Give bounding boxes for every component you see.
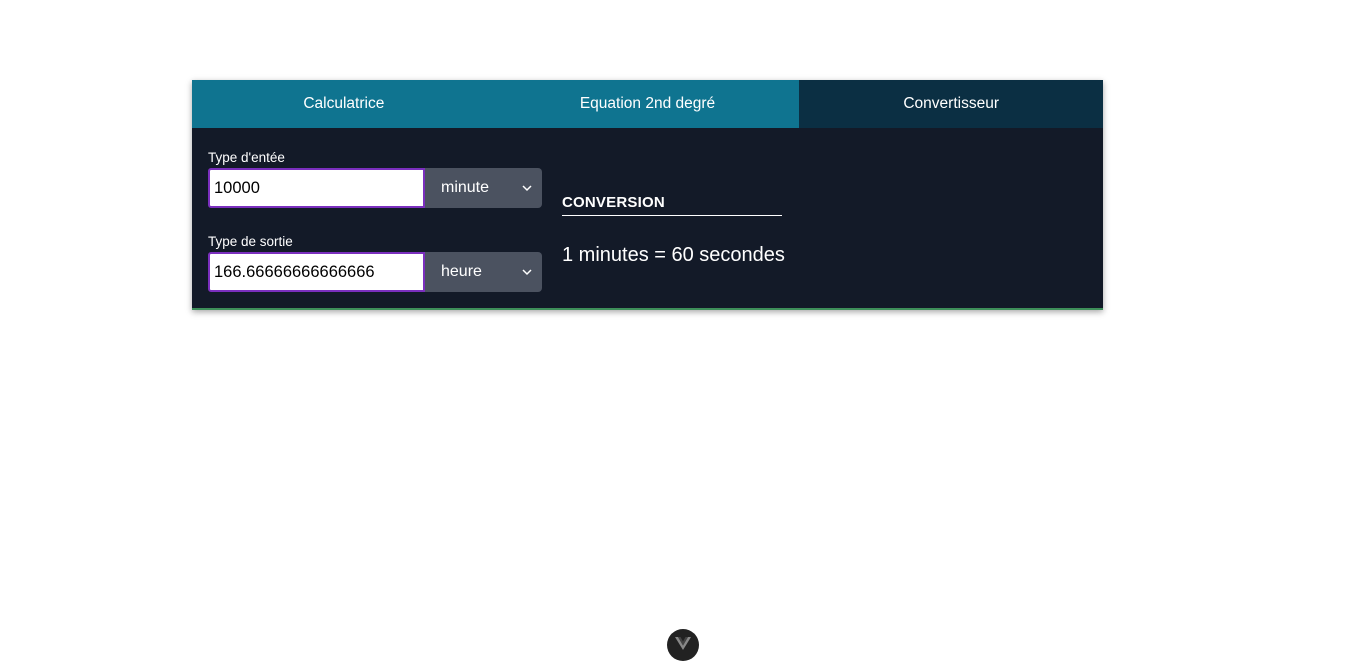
output-row: heure (208, 252, 542, 292)
tab-equation[interactable]: Equation 2nd degré (495, 80, 800, 128)
input-value-field[interactable] (208, 168, 425, 208)
conversion-title: CONVERSION (562, 194, 665, 211)
chevron-down-icon (522, 183, 532, 193)
vue-logo-icon (675, 637, 691, 655)
input-unit-select[interactable]: minute (425, 168, 542, 208)
conversion-result: 1 minutes = 60 secondes (562, 244, 785, 266)
tab-convertisseur-label: Convertisseur (903, 95, 999, 112)
tab-calculatrice-label: Calculatrice (303, 95, 385, 112)
output-unit-select[interactable]: heure (425, 252, 542, 292)
vue-devtools-button[interactable] (667, 629, 699, 661)
output-unit-value: heure (441, 263, 482, 280)
conversion-divider (562, 215, 782, 216)
input-unit-value: minute (441, 179, 490, 196)
tab-equation-label: Equation 2nd degré (579, 95, 716, 112)
input-type-label: Type d'entée (208, 150, 285, 165)
chevron-down-icon (522, 267, 532, 277)
tab-bar: Calculatrice Equation 2nd degré Converti… (192, 80, 1104, 128)
input-row: minute (208, 168, 542, 208)
output-value-field[interactable] (208, 252, 425, 292)
output-type-label: Type de sortie (208, 234, 293, 249)
tab-calculatrice[interactable]: Calculatrice (192, 80, 496, 128)
converter-panel: Type d'entée minute Type de sortie heure… (192, 128, 1103, 308)
tab-convertisseur[interactable]: Convertisseur (799, 80, 1104, 128)
converter-app: Calculatrice Equation 2nd degré Converti… (192, 80, 1104, 310)
